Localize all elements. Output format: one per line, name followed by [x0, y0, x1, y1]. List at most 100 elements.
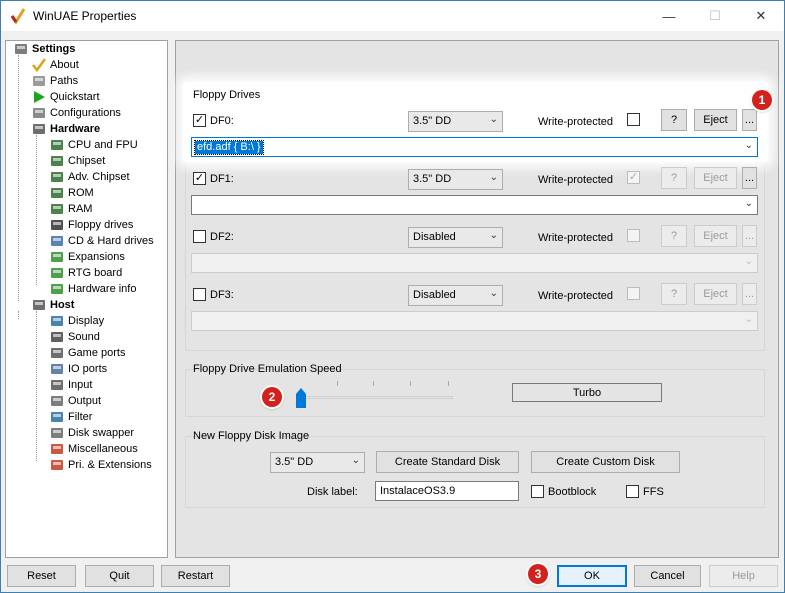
output-icon [49, 394, 65, 408]
annotation-badge-2: 2 [262, 387, 282, 407]
bootblock-checkbox[interactable] [531, 485, 544, 498]
create-custom-disk-button[interactable]: Create Custom Disk [531, 451, 680, 473]
df1-enable-checkbox[interactable]: ✓ [193, 172, 206, 185]
tree-item-hardware-info[interactable]: Hardware info [49, 281, 136, 297]
df2-enable-checkbox[interactable] [193, 230, 206, 243]
monitor-icon [49, 410, 65, 424]
chevron-down-icon: ⌄ [744, 256, 753, 267]
tree-item-rom[interactable]: ROM [49, 185, 94, 201]
tree-item-filter[interactable]: Filter [49, 409, 92, 425]
title-bar[interactable]: WinUAE Properties — ☐ ✕ [1, 1, 784, 31]
df1-type-select[interactable]: 3.5" DD ⌄ [408, 169, 503, 190]
tree-item-chipset[interactable]: Chipset [49, 153, 105, 169]
df0-eject-button[interactable]: Eject [694, 109, 737, 131]
quit-button[interactable]: Quit [85, 565, 154, 587]
df3-eject-button[interactable]: Eject [694, 283, 737, 305]
tree-item-io-ports[interactable]: IO ports [49, 361, 107, 377]
tree-item-game-ports[interactable]: Game ports [49, 345, 125, 361]
df0-write-protected-checkbox[interactable] [627, 113, 640, 126]
df0-help-button[interactable]: ? [661, 109, 687, 131]
tree-item-settings[interactable]: Settings [13, 41, 75, 57]
emulation-speed-title: Floppy Drive Emulation Speed [193, 363, 342, 375]
turbo-button[interactable]: Turbo [512, 383, 662, 402]
tree-item-expansions[interactable]: Expansions [49, 249, 125, 265]
df0-enable-checkbox[interactable]: ✓ [193, 114, 206, 127]
tree-item-configurations[interactable]: Configurations [31, 105, 121, 121]
monitor-icon [49, 314, 65, 328]
df0-image-combo[interactable]: efd.adf { B:\ } ⌄ [191, 137, 758, 157]
play-icon [31, 90, 47, 104]
tree-item-output[interactable]: Output [49, 393, 101, 409]
chip-icon [49, 138, 65, 152]
board-icon [49, 250, 65, 264]
tree-item-floppy-drives[interactable]: Floppy drives [49, 217, 134, 233]
df3-image-combo[interactable]: ⌄ [191, 311, 758, 331]
tree-item-label: Floppy drives [68, 219, 134, 231]
tree-item-adv-chipset[interactable]: Adv. Chipset [49, 169, 130, 185]
df2-eject-button[interactable]: Eject [694, 225, 737, 247]
df0-type-select[interactable]: 3.5" DD ⌄ [408, 111, 503, 132]
tree-item-cpu-and-fpu[interactable]: CPU and FPU [49, 137, 138, 153]
df3-type-select[interactable]: Disabled ⌄ [408, 285, 503, 306]
host-icon [31, 298, 47, 312]
df1-help-button[interactable]: ? [661, 167, 687, 189]
speed-slider[interactable] [295, 381, 455, 409]
df2-write-protected-label: Write-protected [538, 232, 613, 244]
tree-item-ram[interactable]: RAM [49, 201, 92, 217]
joystick-icon [49, 346, 65, 360]
minimize-button[interactable]: — [646, 1, 692, 31]
tree-item-host[interactable]: Host [31, 297, 74, 313]
df2-type-select[interactable]: Disabled ⌄ [408, 227, 503, 248]
tree-item-quickstart[interactable]: Quickstart [31, 89, 100, 105]
chevron-down-icon: ⌄ [351, 455, 360, 466]
df3-enable-checkbox[interactable] [193, 288, 206, 301]
reset-button[interactable]: Reset [7, 565, 76, 587]
chevron-down-icon: ⌄ [489, 114, 498, 125]
slider-thumb[interactable] [295, 387, 307, 409]
help-button[interactable]: Help [709, 565, 778, 587]
tree-item-sound[interactable]: Sound [49, 329, 100, 345]
floppy-icon [49, 218, 65, 232]
ok-button[interactable]: OK [557, 565, 627, 587]
new-disk-type-select[interactable]: 3.5" DD ⌄ [270, 452, 365, 473]
tree-item-about[interactable]: About [31, 57, 79, 73]
disk-label-input[interactable]: InstalaceOS3.9 [375, 481, 519, 501]
df0-browse-button[interactable]: ... [742, 109, 757, 131]
df2-browse-button[interactable]: ... [742, 225, 757, 247]
df2-image-combo[interactable]: ⌄ [191, 253, 758, 273]
tree-item-rtg-board[interactable]: RTG board [49, 265, 122, 281]
df1-image-combo[interactable]: ⌄ [191, 195, 758, 215]
tree-item-miscellaneous[interactable]: Miscellaneous [49, 441, 138, 457]
tree-item-label: CD & Hard drives [68, 235, 154, 247]
chevron-down-icon: ⌄ [744, 198, 753, 209]
tree-item-pri-extensions[interactable]: Pri. & Extensions [49, 457, 152, 473]
df2-write-protected-checkbox[interactable] [627, 229, 640, 242]
new-floppy-title: New Floppy Disk Image [193, 430, 310, 442]
df3-write-protected-checkbox[interactable] [627, 287, 640, 300]
tree-item-label: Filter [68, 411, 93, 423]
tree-item-display[interactable]: Display [49, 313, 104, 329]
ffs-checkbox[interactable] [626, 485, 639, 498]
df3-help-button[interactable]: ? [661, 283, 687, 305]
tree-item-input[interactable]: Input [49, 377, 92, 393]
tree-item-disk-swapper[interactable]: Disk swapper [49, 425, 134, 441]
tree-item-cd-hard-drives[interactable]: CD & Hard drives [49, 233, 154, 249]
df3-browse-button[interactable]: ... [742, 283, 757, 305]
close-button[interactable]: ✕ [738, 1, 784, 31]
tree-item-hardware[interactable]: Hardware [31, 121, 100, 137]
maximize-button[interactable]: ☐ [692, 1, 738, 31]
floppy-drives-title: Floppy Drives [193, 89, 261, 101]
tree-item-paths[interactable]: Paths [31, 73, 78, 89]
cancel-button[interactable]: Cancel [634, 565, 701, 587]
tree-item-label: Disk swapper [68, 427, 135, 439]
tree-item-label: Display [68, 315, 105, 327]
restart-button[interactable]: Restart [161, 565, 230, 587]
df2-help-button[interactable]: ? [661, 225, 687, 247]
df1-write-protected-checkbox[interactable]: ✓ [627, 171, 640, 184]
df3-label: DF3: [210, 289, 234, 301]
window-title: WinUAE Properties [33, 9, 137, 23]
tree-item-label: Output [68, 395, 102, 407]
df1-browse-button[interactable]: ... [742, 167, 757, 189]
create-standard-disk-button[interactable]: Create Standard Disk [376, 451, 519, 473]
df1-eject-button[interactable]: Eject [694, 167, 737, 189]
